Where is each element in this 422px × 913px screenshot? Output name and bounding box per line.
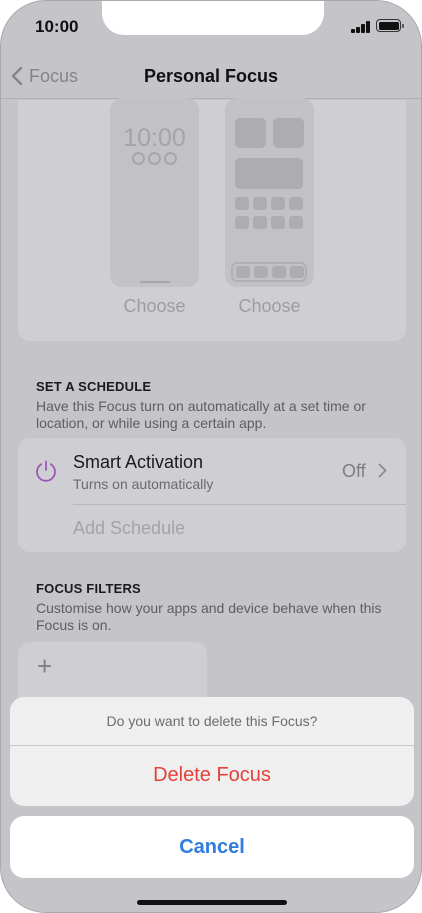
- notch: [102, 1, 324, 35]
- home-app-icon: [235, 197, 249, 210]
- filters-section-description: Customise how your apps and device behav…: [36, 600, 382, 633]
- home-widget-wide: [235, 158, 303, 189]
- home-app-icon: [271, 197, 285, 210]
- plus-icon: +: [37, 651, 53, 681]
- signal-icon: [351, 21, 370, 33]
- home-app-icon: [253, 197, 267, 210]
- screen-preview-card: [18, 100, 406, 341]
- battery-icon: [376, 19, 404, 32]
- add-schedule-button[interactable]: Add Schedule: [73, 518, 185, 539]
- schedule-section-description: Have this Focus turn on automatically at…: [36, 398, 366, 431]
- smart-activation-subtitle: Turns on automatically: [73, 476, 214, 492]
- power-icon: [36, 460, 56, 482]
- status-bar: 10:00: [1, 1, 421, 53]
- smart-activation-value[interactable]: Off: [342, 461, 366, 482]
- status-time: 10:00: [35, 17, 79, 36]
- action-sheet-message: Do you want to delete this Focus?: [106, 713, 318, 729]
- chevron-right-icon: [378, 463, 387, 478]
- home-widget: [273, 118, 304, 148]
- page-title: Personal Focus: [143, 66, 279, 86]
- home-dock: [231, 262, 307, 282]
- navigation-bar: Focus Personal Focus: [1, 53, 421, 99]
- home-app-icon: [271, 216, 285, 229]
- home-app-icon: [289, 197, 303, 210]
- choose-home-screen-button[interactable]: Choose: [225, 296, 314, 317]
- schedule-section-header: SET A SCHEDULE: [36, 379, 152, 394]
- home-app-icon: [235, 216, 249, 229]
- home-app-icon: [253, 216, 267, 229]
- smart-activation-title[interactable]: Smart Activation: [73, 452, 203, 473]
- filters-section-header: FOCUS FILTERS: [36, 581, 141, 596]
- phone-screen: 10:00 Focus Personal Focus 10:00 Choose …: [0, 0, 422, 913]
- lock-screen-widgets: [132, 152, 177, 165]
- cancel-button[interactable]: Cancel: [10, 816, 414, 878]
- delete-focus-button[interactable]: Delete Focus: [10, 745, 414, 806]
- home-widget: [235, 118, 266, 148]
- home-app-icon: [289, 216, 303, 229]
- lock-screen-time: 10:00: [123, 124, 186, 152]
- lock-screen-preview[interactable]: 10:00: [110, 98, 199, 287]
- lock-screen-home-bar: [140, 281, 170, 283]
- row-divider: [73, 504, 406, 505]
- delete-action-sheet: Do you want to delete this Focus? Delete…: [10, 697, 414, 806]
- home-indicator: [137, 900, 287, 905]
- home-screen-preview[interactable]: [225, 98, 314, 287]
- choose-lock-screen-button[interactable]: Choose: [110, 296, 199, 317]
